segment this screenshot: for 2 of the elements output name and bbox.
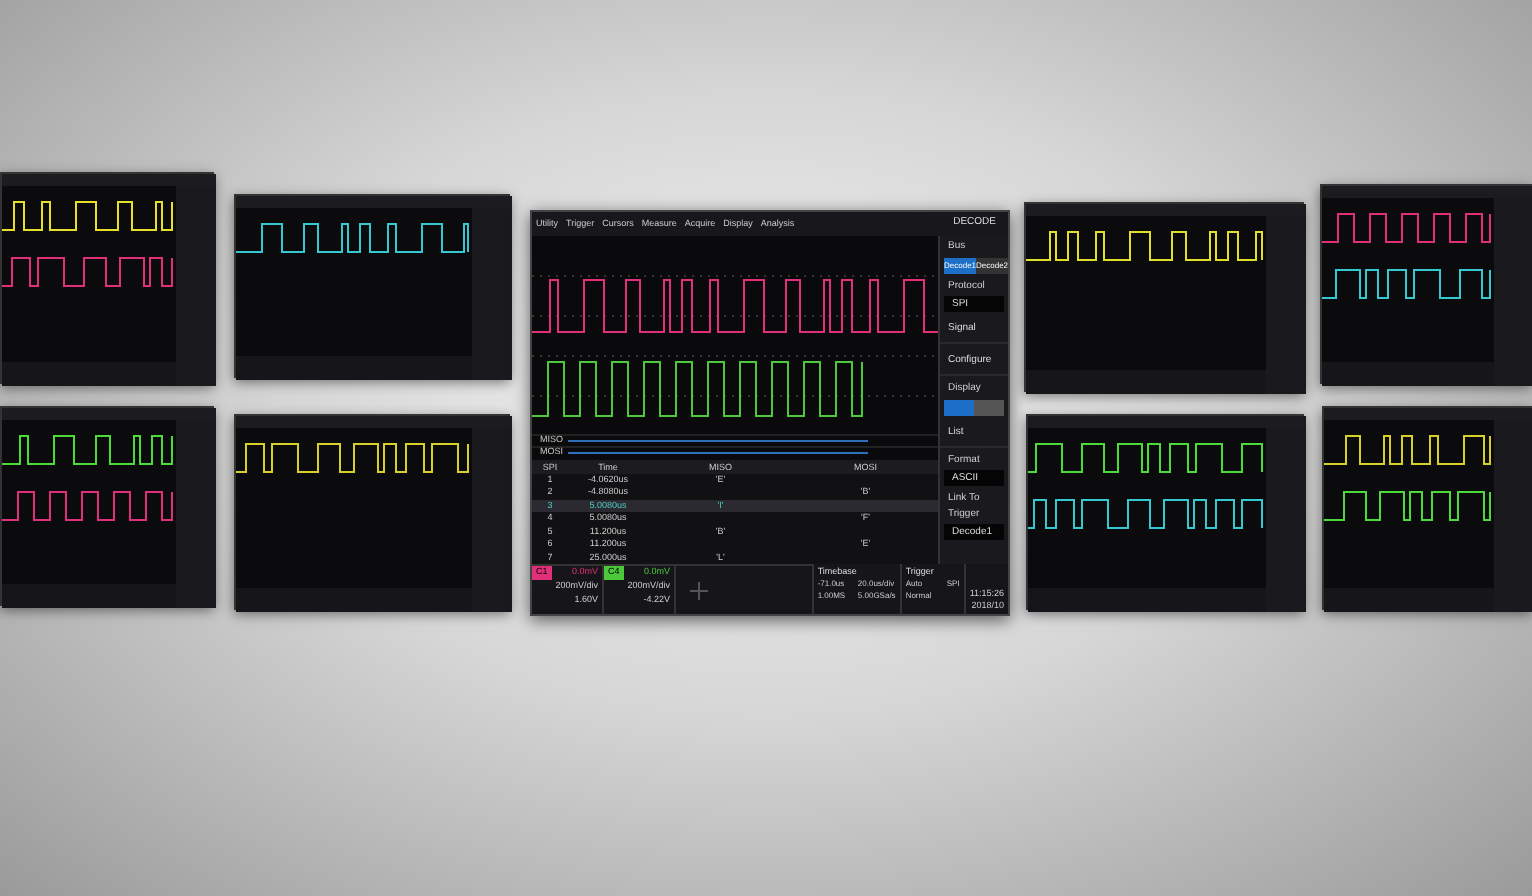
display-switch[interactable] <box>944 399 1004 415</box>
add-icon[interactable] <box>689 581 707 600</box>
